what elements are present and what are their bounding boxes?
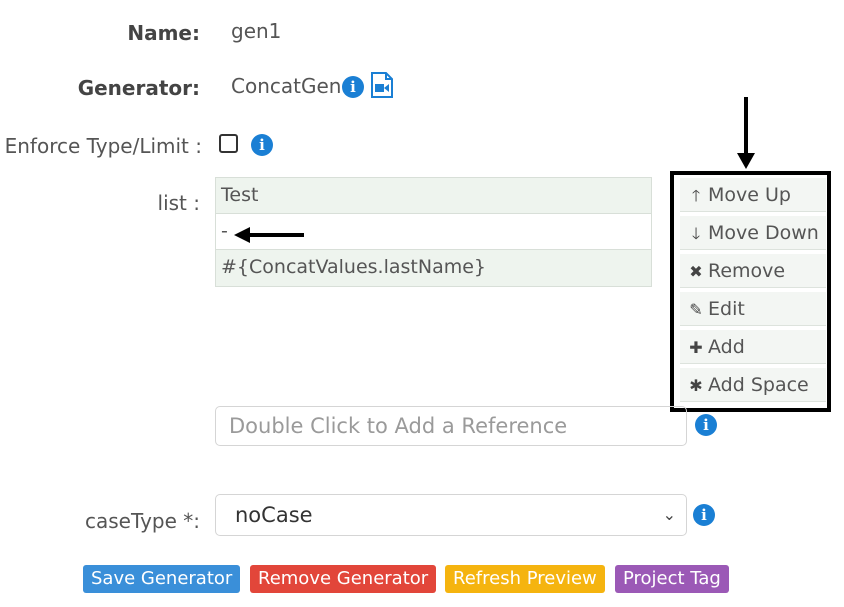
enforce-checkbox[interactable] [219,134,238,153]
name-value: gen1 [231,19,282,43]
left-arrow-annotation [234,226,306,249]
menu-item-label: Move Down [708,222,819,244]
pencil-icon: ✎ [689,300,703,319]
refresh-preview-button[interactable]: Refresh Preview [445,565,605,593]
add-space-menu-item[interactable]: ✱ Add Space [680,368,826,402]
generator-info-icon[interactable]: i [342,76,364,98]
menu-item-label: Add Space [708,374,809,396]
list-item[interactable]: Test [216,178,651,214]
context-menu: 🡑 Move Up 🡓 Move Down ✖ Remove ✎ Edit ✚ Add ✱… [670,171,831,412]
down-arrow-annotation [736,97,756,176]
remove-menu-item[interactable]: ✖ Remove [680,254,826,288]
reference-input[interactable]: Double Click to Add a Reference [215,406,687,446]
add-menu-item[interactable]: ✚ Add [680,330,826,364]
menu-item-label: Move Up [708,184,791,206]
remove-generator-button[interactable]: Remove Generator [250,565,437,593]
edit-menu-item[interactable]: ✎ Edit [680,292,826,326]
save-generator-button[interactable]: Save Generator [83,565,241,593]
reference-info-icon[interactable]: i [695,414,717,436]
casetype-value: noCase [235,503,313,527]
times-icon: ✖ [689,262,703,281]
generator-value: ConcatGen [231,74,342,98]
asterisk-icon: ✱ [689,376,703,395]
project-tag-button[interactable]: Project Tag [615,565,729,593]
name-label: Name: [127,21,200,45]
list-label: list : [157,191,200,215]
video-doc-icon[interactable] [370,72,394,98]
list-item[interactable]: #{ConcatValues.lastName} [216,250,651,286]
casetype-label: caseType *: [84,509,200,533]
move-down-menu-item[interactable]: 🡓 Move Down [680,216,826,250]
casetype-select[interactable]: noCase ⌄ [215,494,687,536]
enforce-info-icon[interactable]: i [251,134,273,156]
menu-item-label: Remove [708,260,786,282]
move-up-menu-item[interactable]: 🡑 Move Up [680,178,826,212]
menu-item-label: Add [708,336,745,358]
plus-icon: ✚ [689,338,703,357]
arrow-down-icon: 🡓 [691,224,701,243]
generator-label: Generator: [77,76,200,100]
menu-item-label: Edit [708,298,745,320]
chevron-down-icon: ⌄ [662,505,676,524]
enforce-label: Enforce Type/Limit : [4,134,202,158]
arrow-up-icon: 🡑 [691,186,701,205]
casetype-info-icon[interactable]: i [693,504,715,526]
